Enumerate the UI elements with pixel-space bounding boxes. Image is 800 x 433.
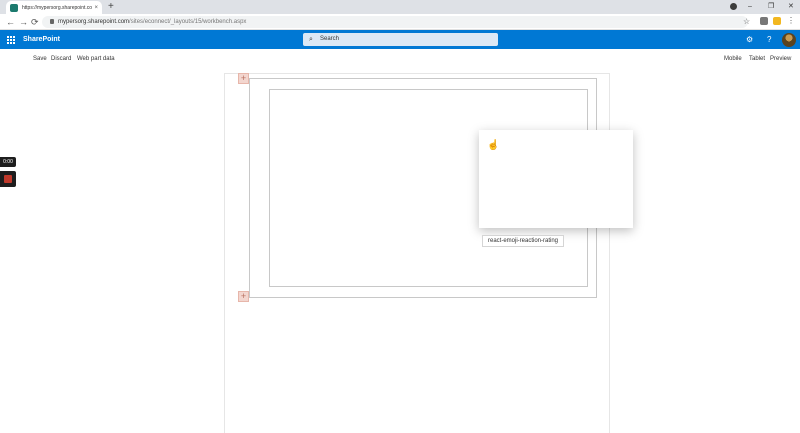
browser-profile-icon[interactable] — [730, 3, 737, 10]
webpart-toolbox-popup[interactable] — [479, 130, 633, 228]
add-section-bottom-button[interactable]: + — [238, 291, 249, 302]
minimize-icon[interactable]: – — [748, 1, 752, 13]
maximize-icon[interactable]: ❐ — [768, 1, 774, 13]
save-button[interactable]: Save — [33, 55, 47, 63]
settings-gear-icon[interactable]: ⚙ — [746, 34, 753, 45]
app-launcher-icon[interactable] — [7, 36, 15, 44]
search-placeholder: Search — [320, 36, 340, 42]
recording-timer: 0:00 — [0, 157, 16, 167]
new-tab-button[interactable]: + — [108, 1, 114, 13]
close-tab-icon[interactable]: × — [94, 5, 98, 11]
tablet-preview-button[interactable]: Tablet — [749, 55, 765, 63]
stop-icon — [4, 175, 12, 183]
help-icon[interactable]: ? — [767, 34, 771, 45]
suite-bar: SharePoint ⚙ ? — [0, 30, 800, 49]
url-text[interactable]: mypersorg.sharepoint.com/sites/econnect/… — [58, 16, 246, 28]
browser-tab-strip: https://mypersorg.sharepoint.co × + – ❐ … — [0, 0, 800, 14]
sharepoint-brand[interactable]: SharePoint — [23, 34, 60, 45]
tab-title: https://mypersorg.sharepoint.co — [22, 4, 93, 11]
web-part-data-button[interactable]: Web part data — [77, 55, 115, 63]
extension-duck-icon[interactable] — [773, 17, 781, 25]
user-avatar[interactable] — [782, 33, 796, 47]
extensions-icon[interactable] — [760, 17, 768, 25]
discard-button[interactable]: Discard — [51, 55, 71, 63]
back-icon[interactable]: ← — [6, 15, 15, 29]
command-bar — [0, 49, 800, 69]
window-close-icon[interactable]: ✕ — [788, 1, 794, 13]
bookmark-star-icon[interactable]: ☆ — [743, 16, 750, 28]
forward-icon[interactable]: → — [19, 15, 28, 29]
lock-icon — [50, 19, 54, 24]
sharepoint-favicon-icon — [10, 3, 18, 12]
browser-menu-icon[interactable]: ⋮ — [787, 17, 795, 25]
hand-cursor-icon: ☝ — [487, 140, 500, 151]
preview-button[interactable]: Preview — [770, 55, 791, 63]
url-path: /sites/econnect/_layouts/15/workbench.as… — [129, 19, 247, 25]
browser-tab[interactable]: https://mypersorg.sharepoint.co × — [6, 1, 102, 14]
search-icon: ⌕ — [309, 36, 313, 43]
url-host: mypersorg.sharepoint.com — [58, 19, 130, 25]
add-section-top-button[interactable]: + — [238, 73, 249, 84]
mobile-preview-button[interactable]: Mobile — [724, 55, 742, 63]
reload-icon[interactable]: ⟳ — [31, 15, 39, 29]
webpart-tooltip: react-emoji-reaction-rating — [482, 235, 564, 247]
